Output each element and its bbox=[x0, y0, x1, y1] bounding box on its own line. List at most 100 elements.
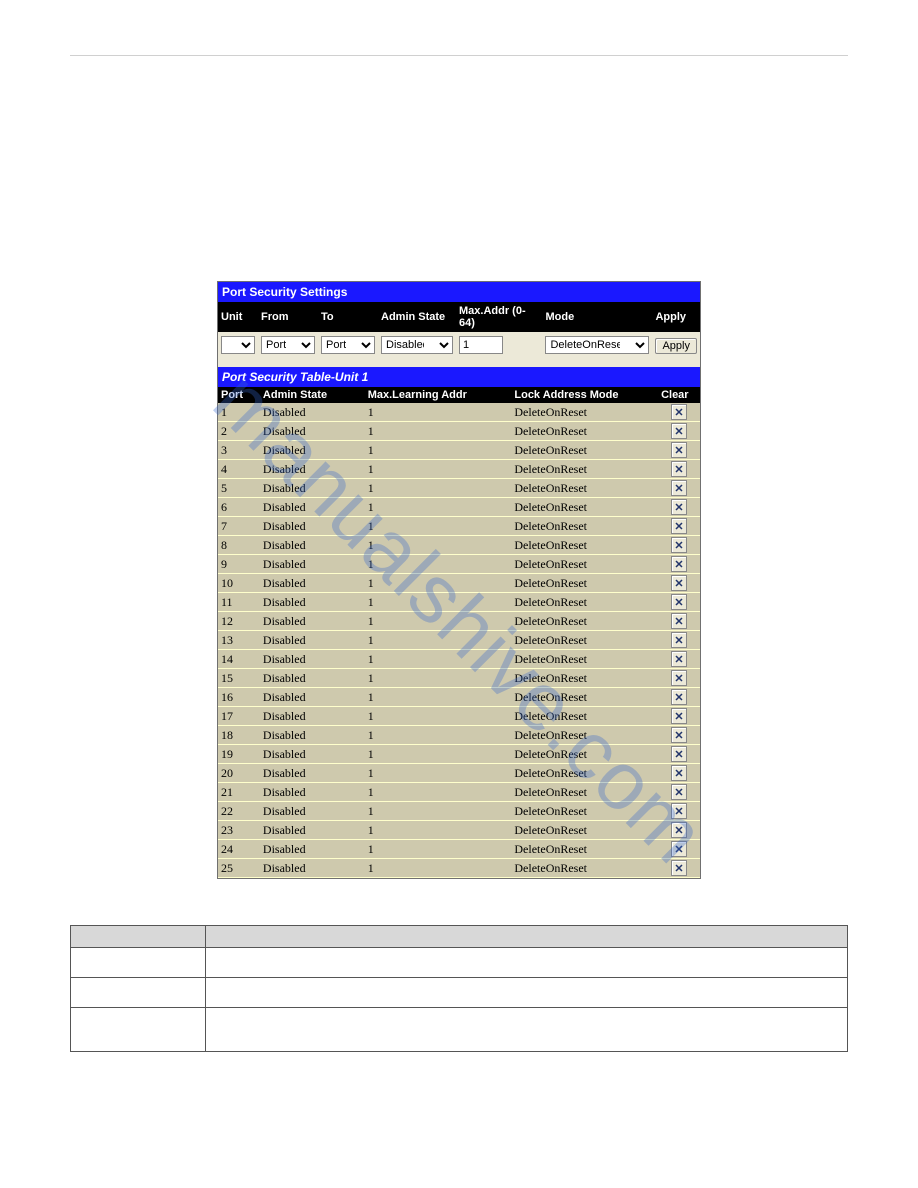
cell-port: 19 bbox=[218, 745, 260, 764]
clear-button[interactable]: ✕ bbox=[671, 841, 687, 857]
table-row: 5Disabled1DeleteOnReset✕ bbox=[218, 479, 700, 498]
cell-admin: Disabled bbox=[260, 612, 365, 631]
cell-clear: ✕ bbox=[658, 783, 700, 802]
to-select[interactable]: Port 1 bbox=[321, 336, 375, 354]
cell-clear: ✕ bbox=[658, 479, 700, 498]
cell-max: 1 bbox=[365, 840, 512, 859]
cell-port: 16 bbox=[218, 688, 260, 707]
parameters-table bbox=[70, 925, 848, 1052]
cell-port: 5 bbox=[218, 479, 260, 498]
mode-select[interactable]: DeleteOnReset bbox=[545, 336, 649, 354]
clear-button[interactable]: ✕ bbox=[671, 537, 687, 553]
cell-lock: DeleteOnReset bbox=[511, 441, 658, 460]
th-port: Port bbox=[218, 387, 260, 403]
cell-max: 1 bbox=[365, 593, 512, 612]
hdr-from: From bbox=[258, 302, 318, 332]
unit-select[interactable]: 1 bbox=[221, 336, 255, 354]
clear-button[interactable]: ✕ bbox=[671, 423, 687, 439]
param-cell-2-1 bbox=[206, 1008, 848, 1052]
clear-button[interactable]: ✕ bbox=[671, 480, 687, 496]
cell-clear: ✕ bbox=[658, 441, 700, 460]
table-row: 21Disabled1DeleteOnReset✕ bbox=[218, 783, 700, 802]
cell-admin: Disabled bbox=[260, 593, 365, 612]
table-row: 4Disabled1DeleteOnReset✕ bbox=[218, 460, 700, 479]
cell-lock: DeleteOnReset bbox=[511, 707, 658, 726]
clear-button[interactable]: ✕ bbox=[671, 499, 687, 515]
clear-button[interactable]: ✕ bbox=[671, 575, 687, 591]
cell-port: 4 bbox=[218, 460, 260, 479]
cell-admin: Disabled bbox=[260, 403, 365, 422]
table-row: 6Disabled1DeleteOnReset✕ bbox=[218, 498, 700, 517]
cell-max: 1 bbox=[365, 726, 512, 745]
cell-max: 1 bbox=[365, 650, 512, 669]
clear-button[interactable]: ✕ bbox=[671, 632, 687, 648]
cell-lock: DeleteOnReset bbox=[511, 403, 658, 422]
param-cell-0-1 bbox=[206, 948, 848, 978]
clear-button[interactable]: ✕ bbox=[671, 727, 687, 743]
clear-button[interactable]: ✕ bbox=[671, 556, 687, 572]
clear-button[interactable]: ✕ bbox=[671, 594, 687, 610]
hdr-mode: Mode bbox=[542, 302, 652, 332]
clear-button[interactable]: ✕ bbox=[671, 651, 687, 667]
from-select[interactable]: Port 1 bbox=[261, 336, 315, 354]
clear-button[interactable]: ✕ bbox=[671, 803, 687, 819]
cell-admin: Disabled bbox=[260, 631, 365, 650]
clear-button[interactable]: ✕ bbox=[671, 613, 687, 629]
table-row: 20Disabled1DeleteOnReset✕ bbox=[218, 764, 700, 783]
cell-lock: DeleteOnReset bbox=[511, 555, 658, 574]
cell-clear: ✕ bbox=[658, 650, 700, 669]
admin-state-select[interactable]: Disabled bbox=[381, 336, 453, 354]
cell-admin: Disabled bbox=[260, 726, 365, 745]
cell-max: 1 bbox=[365, 517, 512, 536]
cell-admin: Disabled bbox=[260, 460, 365, 479]
cell-clear: ✕ bbox=[658, 403, 700, 422]
apply-button[interactable]: Apply bbox=[655, 338, 697, 354]
cell-admin: Disabled bbox=[260, 840, 365, 859]
figure-caption bbox=[70, 889, 848, 907]
cell-clear: ✕ bbox=[658, 821, 700, 840]
cell-lock: DeleteOnReset bbox=[511, 536, 658, 555]
clear-button[interactable]: ✕ bbox=[671, 461, 687, 477]
cell-lock: DeleteOnReset bbox=[511, 593, 658, 612]
clear-button[interactable]: ✕ bbox=[671, 822, 687, 838]
settings-table: Unit From To Admin State Max.Addr (0-64)… bbox=[218, 302, 700, 357]
cell-port: 23 bbox=[218, 821, 260, 840]
clear-button[interactable]: ✕ bbox=[671, 670, 687, 686]
max-addr-input[interactable] bbox=[459, 336, 503, 354]
cell-admin: Disabled bbox=[260, 688, 365, 707]
cell-max: 1 bbox=[365, 688, 512, 707]
cell-port: 11 bbox=[218, 593, 260, 612]
cell-clear: ✕ bbox=[658, 669, 700, 688]
th-clear: Clear bbox=[658, 387, 700, 403]
clear-button[interactable]: ✕ bbox=[671, 442, 687, 458]
clear-button[interactable]: ✕ bbox=[671, 404, 687, 420]
table-row: 15Disabled1DeleteOnReset✕ bbox=[218, 669, 700, 688]
cell-clear: ✕ bbox=[658, 840, 700, 859]
cell-admin: Disabled bbox=[260, 650, 365, 669]
cell-max: 1 bbox=[365, 574, 512, 593]
table-row: 18Disabled1DeleteOnReset✕ bbox=[218, 726, 700, 745]
clear-button[interactable]: ✕ bbox=[671, 860, 687, 876]
cell-lock: DeleteOnReset bbox=[511, 764, 658, 783]
cell-max: 1 bbox=[365, 802, 512, 821]
clear-button[interactable]: ✕ bbox=[671, 689, 687, 705]
table-row: 23Disabled1DeleteOnReset✕ bbox=[218, 821, 700, 840]
table-row: 8Disabled1DeleteOnReset✕ bbox=[218, 536, 700, 555]
param-cell-2-0 bbox=[71, 1008, 206, 1052]
cell-max: 1 bbox=[365, 612, 512, 631]
clear-button[interactable]: ✕ bbox=[671, 784, 687, 800]
cell-port: 9 bbox=[218, 555, 260, 574]
cell-admin: Disabled bbox=[260, 479, 365, 498]
cell-lock: DeleteOnReset bbox=[511, 726, 658, 745]
cell-clear: ✕ bbox=[658, 631, 700, 650]
clear-button[interactable]: ✕ bbox=[671, 746, 687, 762]
clear-button[interactable]: ✕ bbox=[671, 708, 687, 724]
clear-button[interactable]: ✕ bbox=[671, 765, 687, 781]
cell-clear: ✕ bbox=[658, 764, 700, 783]
cell-clear: ✕ bbox=[658, 574, 700, 593]
cell-clear: ✕ bbox=[658, 802, 700, 821]
cell-max: 1 bbox=[365, 764, 512, 783]
clear-button[interactable]: ✕ bbox=[671, 518, 687, 534]
cell-port: 25 bbox=[218, 859, 260, 878]
cell-clear: ✕ bbox=[658, 536, 700, 555]
